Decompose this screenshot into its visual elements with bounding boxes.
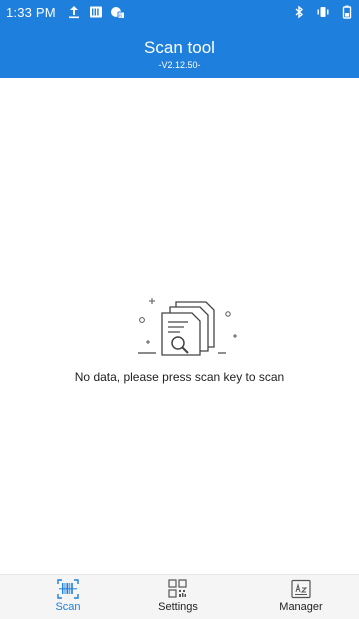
status-icons-left: 6 (66, 4, 126, 20)
vibrate-icon (315, 4, 331, 20)
data-icon: 6 (110, 4, 126, 20)
status-time: 1:33 PM (6, 5, 56, 20)
status-bar: 1:33 PM 6 (0, 0, 359, 24)
bottom-navigation: Scan Settings Manager (0, 574, 359, 619)
upload-icon (66, 4, 82, 20)
empty-state-message: No data, please press scan key to scan (74, 370, 285, 384)
nav-label-manager: Manager (279, 601, 323, 613)
qr-grid-icon (167, 579, 189, 599)
app-header: 1:33 PM 6 Scan tool -V2.12.50- (0, 0, 359, 78)
id-card-icon (290, 579, 312, 599)
barcode-icon (57, 579, 79, 599)
document-search-icon (130, 292, 240, 362)
nav-tab-scan[interactable]: Scan (23, 579, 113, 619)
nav-label-settings: Settings (158, 601, 198, 613)
nav-tab-manager[interactable]: Manager (256, 579, 346, 619)
page-title: Scan tool (144, 38, 215, 57)
scan-tool-screen: 1:33 PM 6 Scan tool -V2.12.50- No data, … (0, 0, 359, 619)
nav-label-scan: Scan (55, 601, 81, 613)
svg-text:6: 6 (119, 14, 122, 20)
battery-icon (339, 4, 355, 20)
nav-tab-settings[interactable]: Settings (133, 579, 223, 619)
version-label: -V2.12.50- (158, 60, 201, 70)
bluetooth-icon (291, 4, 307, 20)
sim-card-icon (88, 4, 104, 20)
status-icons-right (291, 4, 355, 20)
